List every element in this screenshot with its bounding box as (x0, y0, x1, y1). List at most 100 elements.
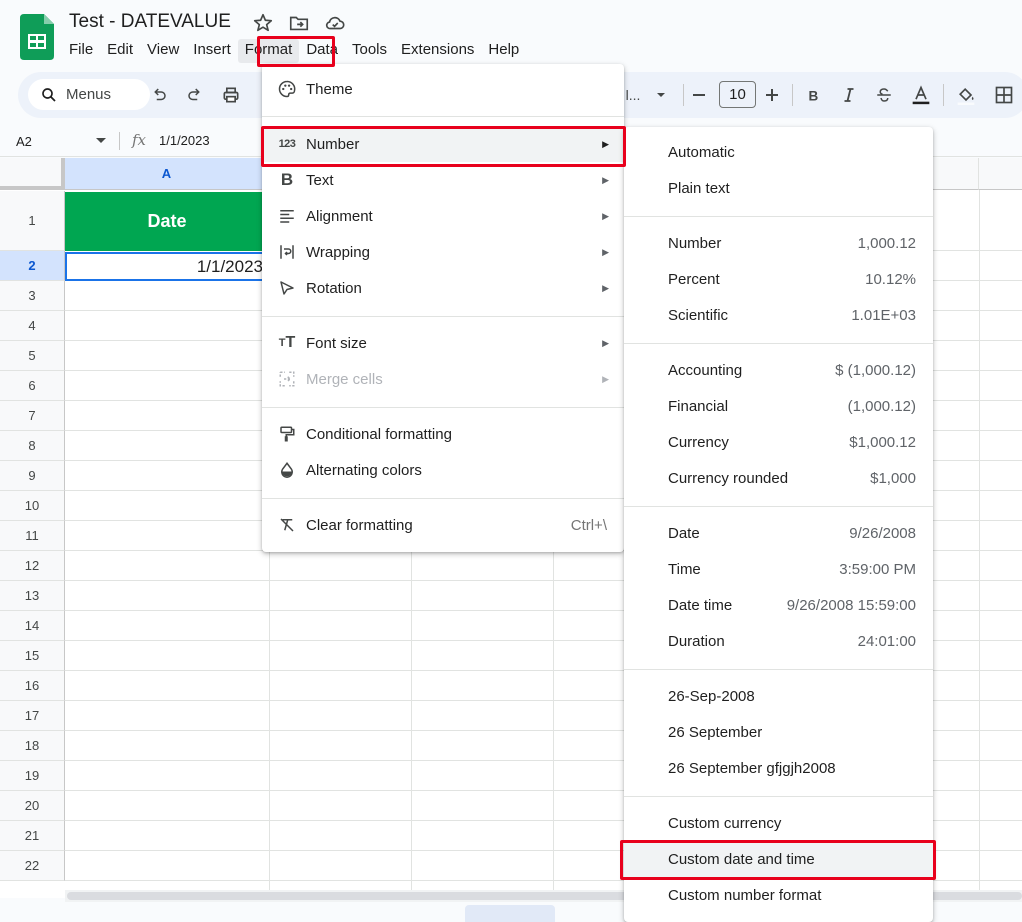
column-header-g[interactable] (979, 158, 1022, 190)
row-header-20[interactable]: 20 (0, 791, 65, 821)
strikethrough-icon[interactable] (873, 84, 895, 106)
row-header-13[interactable]: 13 (0, 581, 65, 611)
row-header-8[interactable]: 8 (0, 431, 65, 461)
name-box[interactable]: A2 (16, 134, 32, 149)
row-header-14[interactable]: 14 (0, 611, 65, 641)
number-format-plain-text[interactable]: Plain text (624, 170, 933, 206)
sheets-logo-icon[interactable] (20, 14, 54, 60)
move-to-folder-icon[interactable] (288, 12, 310, 34)
column-header-a[interactable]: A (65, 158, 269, 190)
row-header-3[interactable]: 3 (0, 281, 65, 311)
menus-search[interactable]: Menus (28, 79, 150, 110)
borders-icon[interactable] (993, 84, 1015, 106)
number-format-percent[interactable]: Percent 10.12% (624, 261, 933, 297)
font-size-input[interactable]: 10 (719, 81, 756, 108)
menu-insert[interactable]: Insert (186, 39, 238, 63)
number-format-date-time[interactable]: Date time 9/26/2008 15:59:00 (624, 587, 933, 623)
number-format-automatic[interactable]: Automatic (624, 134, 933, 170)
decrease-font-size-icon[interactable] (688, 84, 710, 106)
row-header-7[interactable]: 7 (0, 401, 65, 431)
format-menu-font-size[interactable]: TT Font size ▶ (262, 325, 624, 361)
font-size-icon: TT (278, 334, 296, 351)
number-format-accounting[interactable]: Accounting $ (1,000.12) (624, 352, 933, 388)
select-all-corner[interactable] (0, 158, 65, 190)
svg-text:B: B (809, 88, 819, 103)
format-menu-alternating-colors[interactable]: Alternating colors (262, 452, 624, 488)
menu-data[interactable]: Data (299, 39, 345, 63)
menu-item-label: Accounting (668, 361, 743, 379)
number-format-recent-3[interactable]: 26 September gfjgjh2008 (624, 750, 933, 786)
print-icon[interactable] (220, 84, 242, 106)
row-header-5[interactable]: 5 (0, 341, 65, 371)
format-menu-conditional-formatting[interactable]: Conditional formatting (262, 416, 624, 452)
menu-edit[interactable]: Edit (100, 39, 140, 63)
row-header-10[interactable]: 10 (0, 491, 65, 521)
row-header-9[interactable]: 9 (0, 461, 65, 491)
row-header-6[interactable]: 6 (0, 371, 65, 401)
row-header-2[interactable]: 2 (0, 251, 65, 281)
row-header-19[interactable]: 19 (0, 761, 65, 791)
palette-icon (276, 78, 298, 100)
menu-help[interactable]: Help (481, 39, 526, 63)
menu-item-label: 26 September (668, 723, 763, 741)
row-header-16[interactable]: 16 (0, 671, 65, 701)
row-header-11[interactable]: 11 (0, 521, 65, 551)
number-format-recent-1[interactable]: 26-Sep-2008 (624, 678, 933, 714)
number-format-financial[interactable]: Financial (1,000.12) (624, 388, 933, 424)
cell-a1-date-header[interactable]: Date (65, 192, 269, 251)
number-format-recent-2[interactable]: 26 September (624, 714, 933, 750)
sheet-tab-active[interactable] (465, 905, 555, 922)
number-format-currency-rounded[interactable]: Currency rounded $1,000 (624, 460, 933, 496)
menu-item-label: Alternating colors (306, 461, 422, 479)
row-header-4[interactable]: 4 (0, 311, 65, 341)
cell-a2-selected[interactable]: 1/1/2023 (65, 252, 269, 281)
droplet-icon (276, 459, 298, 481)
increase-font-size-icon[interactable] (761, 84, 783, 106)
number-format-number[interactable]: Number 1,000.12 (624, 225, 933, 261)
format-menu-theme[interactable]: Theme (262, 71, 624, 107)
menu-tools[interactable]: Tools (345, 39, 394, 63)
format-menu-alignment[interactable]: Alignment ▶ (262, 198, 624, 234)
number-format-custom-number[interactable]: Custom number format (624, 877, 933, 913)
number-format-custom-date-time[interactable]: Custom date and time (624, 841, 933, 877)
menu-format[interactable]: Format (237, 39, 300, 63)
menu-view[interactable]: View (140, 39, 186, 63)
cloud-saved-icon[interactable] (324, 12, 346, 34)
row-header-15[interactable]: 15 (0, 641, 65, 671)
format-menu-rotation[interactable]: Rotation ▶ (262, 270, 624, 306)
redo-icon[interactable] (184, 84, 206, 106)
number-format-custom-currency[interactable]: Custom currency (624, 805, 933, 841)
row-header-12[interactable]: 12 (0, 551, 65, 581)
format-menu-clear-formatting[interactable]: Clear formatting Ctrl+\ (262, 507, 624, 543)
number-format-scientific[interactable]: Scientific 1.01E+03 (624, 297, 933, 333)
row-header-18[interactable]: 18 (0, 731, 65, 761)
clear-format-icon (276, 514, 298, 536)
italic-icon[interactable] (838, 84, 860, 106)
menu-file[interactable]: File (62, 39, 100, 63)
number-format-date[interactable]: Date 9/26/2008 (624, 515, 933, 551)
menu-item-label: Time (668, 560, 701, 578)
text-color-icon[interactable] (910, 84, 932, 106)
name-box-dropdown-icon[interactable] (96, 138, 106, 143)
format-menu-number[interactable]: 123 Number ▶ (262, 126, 624, 162)
bold-icon[interactable]: B (802, 84, 824, 106)
row-header-17[interactable]: 17 (0, 701, 65, 731)
number-format-time[interactable]: Time 3:59:00 PM (624, 551, 933, 587)
format-menu-text[interactable]: B Text ▶ (262, 162, 624, 198)
font-family-dropdown-icon[interactable] (650, 84, 672, 106)
document-title[interactable]: Test - DATEVALUE (69, 11, 231, 33)
row-header-22[interactable]: 22 (0, 851, 65, 881)
bold-b-icon: B (280, 170, 294, 189)
star-icon[interactable] (252, 12, 274, 34)
formula-input[interactable]: 1/1/2023 (159, 133, 210, 148)
fill-color-icon[interactable] (955, 84, 977, 106)
row-header-21[interactable]: 21 (0, 821, 65, 851)
number-format-currency[interactable]: Currency $1,000.12 (624, 424, 933, 460)
menu-item-label: Conditional formatting (306, 425, 452, 443)
menu-extensions[interactable]: Extensions (394, 39, 481, 63)
undo-icon[interactable] (148, 84, 170, 106)
row-header-1[interactable]: 1 (0, 191, 65, 251)
format-menu-wrapping[interactable]: Wrapping ▶ (262, 234, 624, 270)
number-format-duration[interactable]: Duration 24:01:00 (624, 623, 933, 659)
menu-divider (262, 316, 624, 317)
